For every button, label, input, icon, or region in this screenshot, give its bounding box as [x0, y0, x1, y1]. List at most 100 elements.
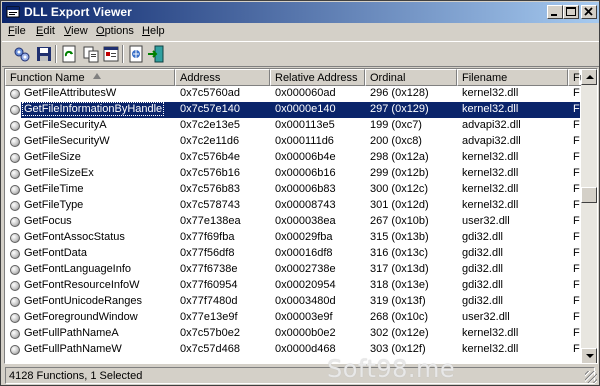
function-icon	[10, 153, 20, 163]
menu-options[interactable]: Options	[96, 25, 134, 37]
properties-button[interactable]	[101, 44, 121, 64]
function-icon	[10, 121, 20, 131]
exit-button[interactable]	[146, 44, 166, 64]
function-icon	[10, 233, 20, 243]
address-cell: 0x7c57d468	[180, 343, 240, 355]
minimize-button[interactable]	[547, 5, 563, 19]
function-name-cell: GetFullPathNameA	[24, 327, 119, 339]
table-row[interactable]: GetFontData 0x77f56df8 0x00016df8 316 (0x13…	[5, 246, 580, 262]
function-icon	[10, 169, 20, 179]
column-address[interactable]: Address	[175, 69, 270, 86]
ordinal-cell: 316 (0x13c)	[370, 247, 429, 259]
exports-list[interactable]: Function Name Address Relative Address O…	[4, 68, 598, 364]
relative-cell: 0x000060ad	[275, 87, 336, 99]
scroll-down-button[interactable]	[581, 348, 597, 363]
column-filename[interactable]: Filename	[457, 69, 568, 86]
resize-grip-icon[interactable]	[585, 371, 597, 383]
menu-file[interactable]: File	[8, 25, 26, 37]
function-name-cell: GetFontResourceInfoW	[24, 279, 140, 291]
function-name-cell: GetFileSecurityA	[24, 119, 107, 131]
fu-cell: Fu	[573, 135, 580, 147]
save-button[interactable]	[34, 44, 54, 64]
save-icon	[37, 47, 51, 61]
fu-cell: Fu	[573, 343, 580, 355]
window-title: DLL Export Viewer	[24, 5, 132, 19]
column-ordinal[interactable]: Ordinal	[365, 69, 457, 86]
html-report-button[interactable]	[126, 44, 146, 64]
function-icon	[10, 281, 20, 291]
function-icon	[10, 265, 20, 275]
table-row[interactable]: GetFileSecurityW 0x7c2e11d6 0x000111d6 200 …	[5, 134, 580, 150]
scroll-thumb[interactable]	[581, 187, 597, 203]
fu-cell: Fu	[573, 167, 580, 179]
function-icon	[10, 201, 20, 211]
column-relative-address[interactable]: Relative Address	[270, 69, 365, 86]
copy-icon	[83, 46, 99, 63]
table-row[interactable]: GetFileAttributesW 0x7c5760ad 0x000060ad 29…	[5, 86, 580, 102]
address-cell: 0x7c57b0e2	[180, 327, 240, 339]
close-button[interactable]	[581, 5, 597, 19]
properties-icon	[103, 46, 119, 62]
select-dlls-button[interactable]	[12, 44, 32, 64]
table-row[interactable]: GetFileTime 0x7c576b83 0x00006b83 300 (0x12…	[5, 182, 580, 198]
fu-cell: Fu	[573, 151, 580, 163]
table-row[interactable]: GetFontResourceInfoW 0x77f60954 0x00020954…	[5, 278, 580, 294]
table-row[interactable]: GetFileInformationByHandle 0x7c57e140 0x00…	[5, 102, 580, 118]
relative-cell: 0x00020954	[275, 279, 336, 291]
fu-cell: Fu	[573, 311, 580, 323]
function-icon	[10, 329, 20, 339]
menu-view[interactable]: View	[64, 25, 88, 37]
address-cell: 0x7c576b16	[180, 167, 240, 179]
ordinal-cell: 268 (0x10c)	[370, 311, 429, 323]
relative-cell: 0x0000d468	[275, 343, 336, 355]
filename-cell: gdi32.dll	[462, 263, 503, 275]
ordinal-cell: 200 (0xc8)	[370, 135, 422, 147]
table-row[interactable]: GetFileSecurityA 0x7c2e13e5 0x000113e5 199 …	[5, 118, 580, 134]
column-function-name[interactable]: Function Name	[5, 69, 175, 86]
title-bar[interactable]: DLL Export Viewer	[2, 2, 599, 23]
table-row[interactable]: GetFileType 0x7c578743 0x00008743 301 (0x12…	[5, 198, 580, 214]
menu-edit[interactable]: Edit	[36, 25, 55, 37]
address-cell: 0x7c576b83	[180, 183, 240, 195]
copy-button[interactable]	[81, 44, 101, 64]
refresh-button[interactable]	[59, 44, 79, 64]
address-cell: 0x77e13e9f	[180, 311, 238, 323]
ordinal-cell: 318 (0x13e)	[370, 279, 429, 291]
address-cell: 0x7c57e140	[180, 103, 270, 115]
filename-cell: kernel32.dll	[462, 327, 519, 339]
filename-cell: kernel32.dll	[462, 343, 519, 355]
table-row[interactable]: GetFullPathNameA 0x7c57b0e2 0x0000b0e2 302 …	[5, 326, 580, 342]
fu-cell: Fu	[573, 103, 580, 115]
fu-cell: Fu	[573, 183, 580, 195]
scroll-up-button[interactable]	[581, 69, 597, 85]
vertical-scrollbar[interactable]	[581, 69, 597, 363]
table-row[interactable]: GetFontUnicodeRanges 0x77f7480d 0x0003480d…	[5, 294, 580, 310]
function-name-cell: GetFontLanguageInfo	[24, 263, 132, 275]
ordinal-cell: 298 (0x12a)	[370, 151, 429, 163]
menu-help[interactable]: Help	[142, 25, 165, 37]
filename-cell: kernel32.dll	[462, 103, 568, 115]
table-row[interactable]: GetFileSizeEx 0x7c576b16 0x00006b16 299 (0x…	[5, 166, 580, 182]
table-row[interactable]: GetFileSize 0x7c576b4e 0x00006b4e 298 (0x12…	[5, 150, 580, 166]
relative-cell: 0x00006b16	[275, 167, 336, 179]
table-row[interactable]: GetFontLanguageInfo 0x77f6738e 0x0002738e 3…	[5, 262, 580, 278]
table-row[interactable]: GetFullPathNameW 0x7c57d468 0x0000d468 303 …	[5, 342, 580, 358]
table-row[interactable]: GetForegroundWindow 0x77e13e9f 0x00003e9f 2…	[5, 310, 580, 326]
function-name-cell: GetForegroundWindow	[24, 311, 138, 323]
ordinal-cell: 303 (0x12f)	[370, 343, 426, 355]
table-row[interactable]: GetFocus 0x77e138ea 0x000038ea 267 (0x10b) u…	[5, 214, 580, 230]
ordinal-cell: 315 (0x13b)	[370, 231, 429, 243]
dll-export-viewer-icon	[6, 6, 20, 18]
maximize-button[interactable]	[563, 5, 579, 19]
function-name-cell: GetFileSize	[24, 151, 81, 163]
function-name-cell: GetFontAssocStatus	[24, 231, 125, 243]
address-cell: 0x77f69fba	[180, 231, 235, 243]
ordinal-cell: 296 (0x128)	[370, 87, 429, 99]
relative-cell: 0x00016df8	[275, 247, 333, 259]
relative-cell: 0x0003480d	[275, 295, 336, 307]
ordinal-cell: 319 (0x13f)	[370, 295, 426, 307]
arrow-up-icon	[586, 75, 594, 79]
relative-cell: 0x0000b0e2	[275, 327, 336, 339]
table-row[interactable]: GetFontAssocStatus 0x77f69fba 0x00029fba 31…	[5, 230, 580, 246]
select-dlls-icon	[14, 47, 30, 62]
